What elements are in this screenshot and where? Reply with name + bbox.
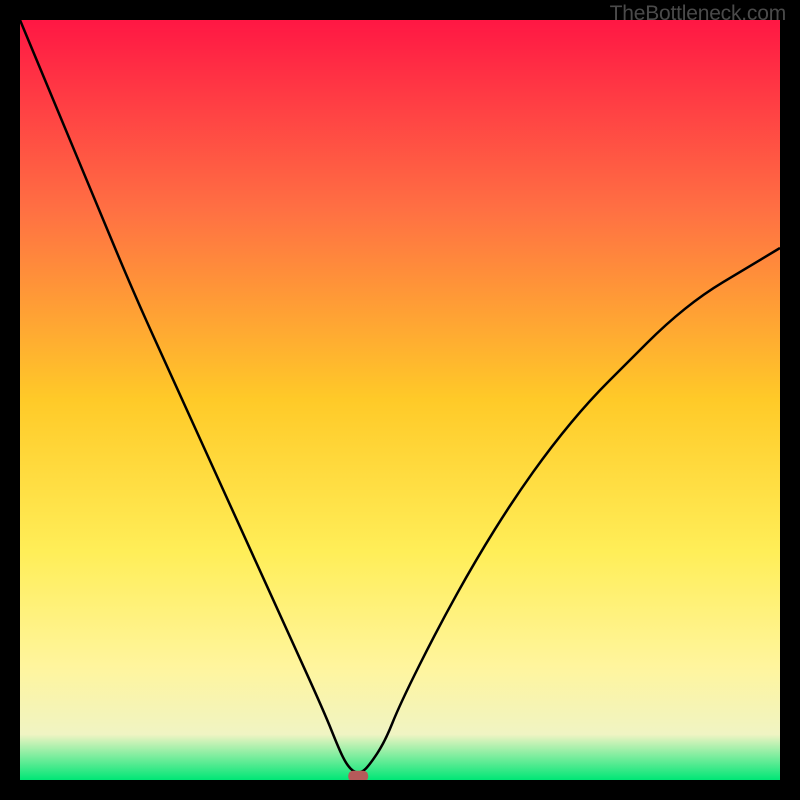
plot-area (20, 20, 780, 780)
chart-container: TheBottleneck.com (0, 0, 800, 800)
optimal-point-marker (348, 771, 368, 780)
watermark-text: TheBottleneck.com (610, 2, 786, 26)
gradient-background (20, 20, 780, 780)
chart-svg (20, 20, 780, 780)
